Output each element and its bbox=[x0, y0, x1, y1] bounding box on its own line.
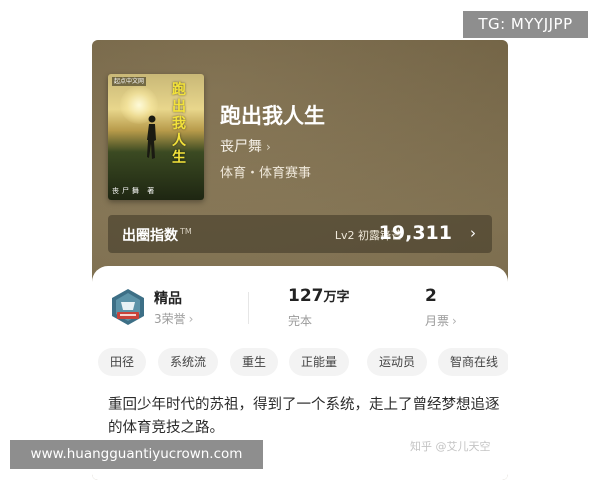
book-title: 跑出我人生 bbox=[220, 103, 325, 128]
quality-badge-icon[interactable] bbox=[110, 288, 146, 326]
popularity-index-bar[interactable]: 出圈指数 TM Lv2 初露锋芒 19,311 › bbox=[108, 215, 492, 253]
chevron-right-icon: › bbox=[452, 314, 457, 328]
monthly-tickets-label: 月票 bbox=[425, 314, 450, 328]
zhihu-watermark: 知乎 @艾儿天空 bbox=[410, 440, 491, 453]
index-value: 19,311 bbox=[378, 222, 452, 244]
quality-label: 精品 bbox=[154, 291, 182, 307]
completion-status: 完本 bbox=[288, 314, 313, 328]
cover-title: 跑出我人生 bbox=[172, 82, 186, 166]
chevron-right-icon: › bbox=[188, 312, 194, 326]
book-genre: 体育・体育赛事 bbox=[220, 166, 312, 181]
honors-link[interactable]: 3荣誉 › bbox=[154, 310, 193, 327]
trademark-mark: TM bbox=[180, 227, 192, 237]
author-link[interactable]: 丧尸舞 › bbox=[220, 136, 271, 156]
tag-chip[interactable]: 田径 bbox=[98, 348, 147, 376]
cover-author: 丧尸舞 著 bbox=[112, 187, 158, 195]
cover-publisher-mark: 起点中文网 bbox=[112, 77, 147, 86]
tag-chip[interactable]: 系统流 bbox=[158, 348, 219, 376]
stat-divider bbox=[248, 292, 249, 324]
honors-count: 3荣誉 bbox=[154, 312, 186, 326]
book-card: 起点中文网 跑出我人生 丧尸舞 著 跑出我人生 丧尸舞 › 体育・体育赛事 出圈指… bbox=[92, 40, 508, 480]
book-cover[interactable]: 起点中文网 跑出我人生 丧尸舞 著 bbox=[108, 74, 204, 200]
monthly-tickets-value: 2 bbox=[425, 286, 437, 306]
index-label: 出圈指数 TM bbox=[122, 225, 192, 245]
tag-chip[interactable]: 正能量 bbox=[289, 348, 350, 376]
url-overlay-label: www.huangguantiyucrown.com bbox=[10, 440, 263, 469]
index-label-text: 出圈指数 bbox=[122, 228, 178, 244]
word-count-value: 127 bbox=[288, 286, 324, 306]
book-description: 重回少年时代的苏祖，得到了一个系统，走上了曾经梦想追逐的体育竞技之路。 bbox=[108, 397, 500, 436]
chevron-right-icon: › bbox=[470, 224, 476, 242]
tag-chip[interactable]: 运动员 bbox=[367, 348, 428, 376]
tag-list: 田径 系统流 重生 正能量 运动员 智商在线 bbox=[98, 348, 508, 378]
tag-chip[interactable]: 重生 bbox=[230, 348, 279, 376]
author-name: 丧尸舞 bbox=[220, 139, 262, 155]
tag-chip[interactable]: 智商在线 bbox=[438, 348, 508, 376]
monthly-tickets-link[interactable]: 月票 › bbox=[425, 312, 457, 329]
tg-overlay-label: TG: MYYJJPP bbox=[463, 11, 588, 38]
word-count-unit: 万字 bbox=[323, 290, 350, 305]
runner-figure-icon bbox=[147, 115, 156, 159]
word-count: 127万字 bbox=[288, 286, 350, 306]
chevron-right-icon: › bbox=[266, 140, 271, 154]
